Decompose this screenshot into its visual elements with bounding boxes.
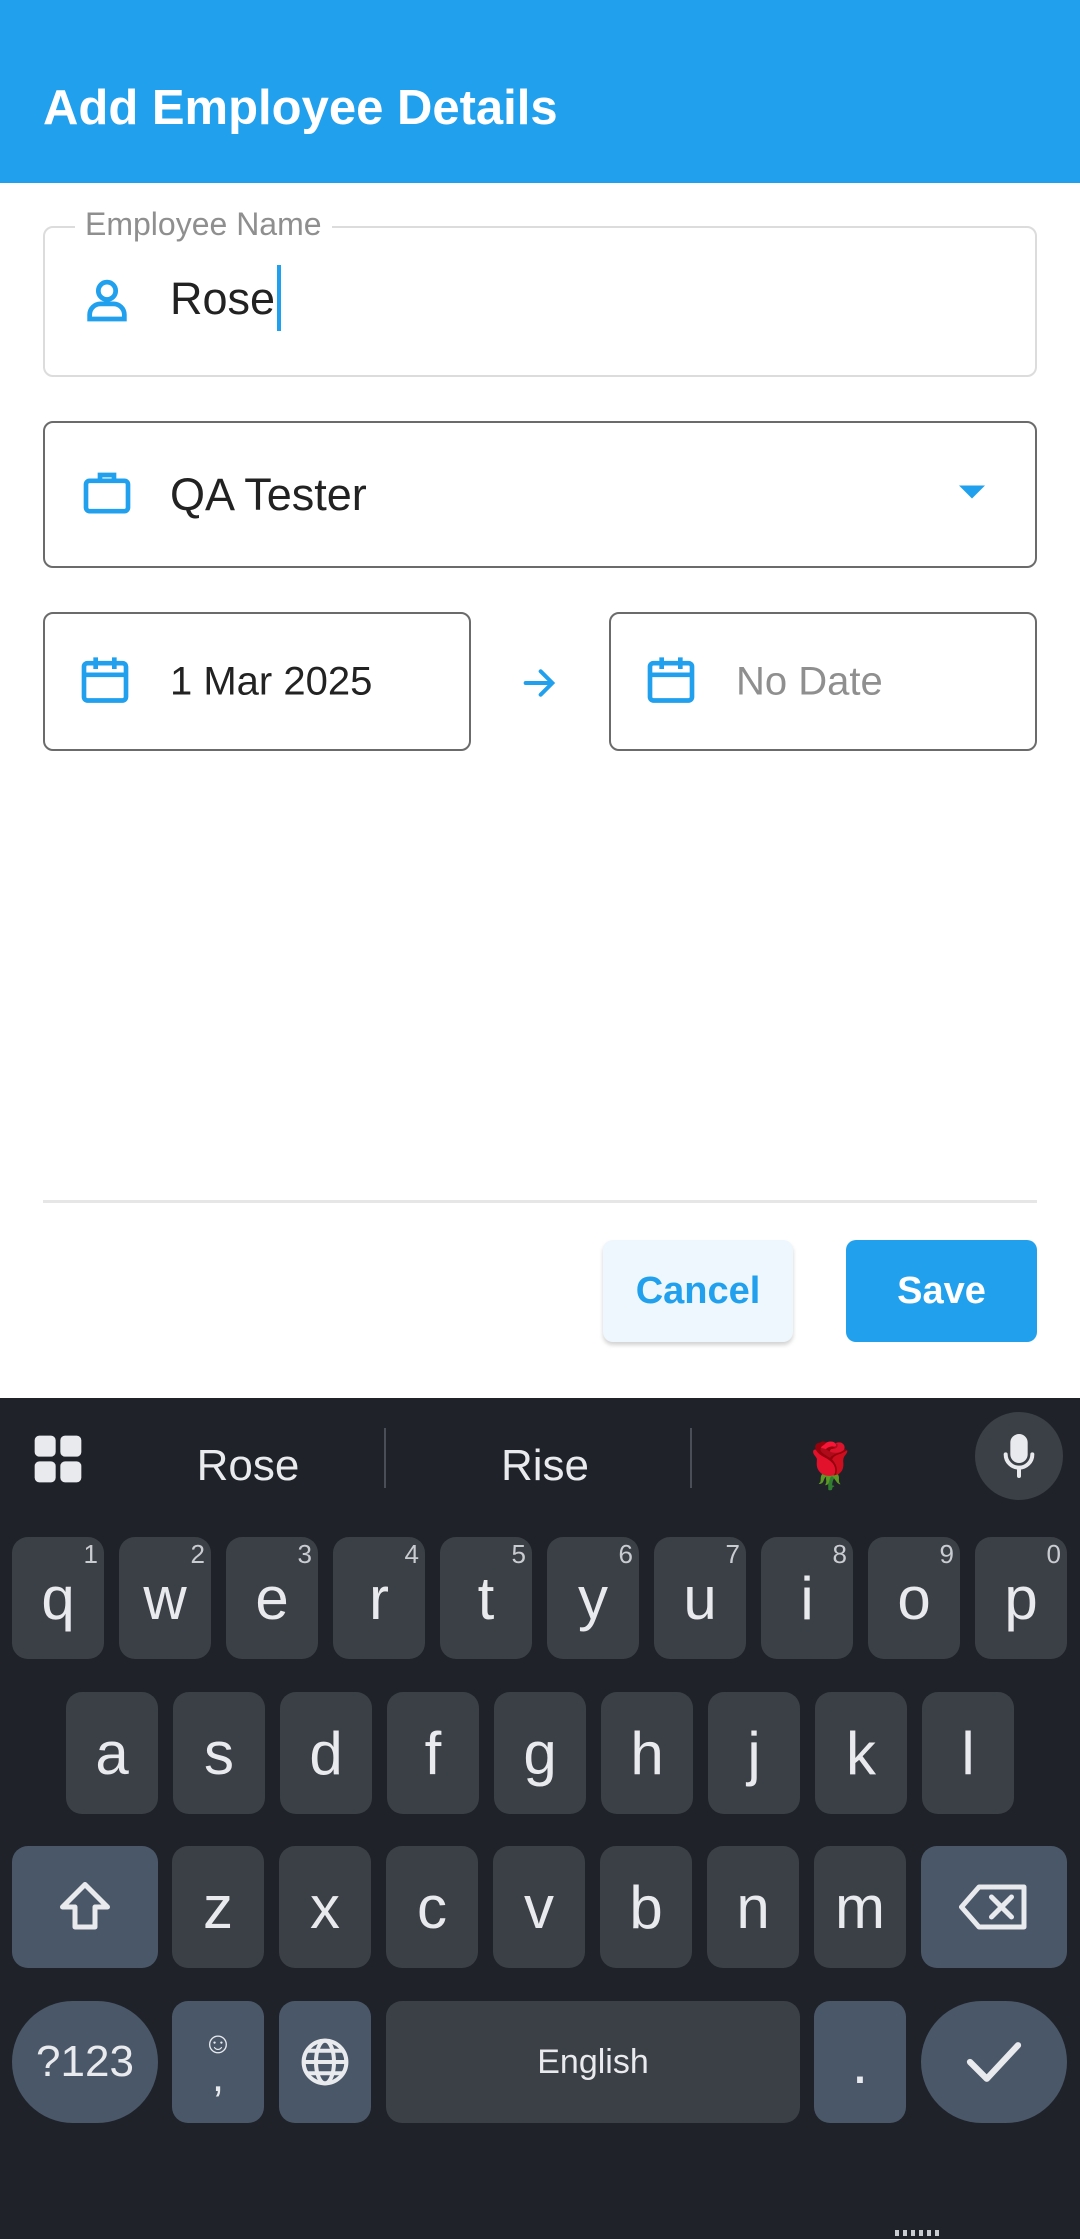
- key-f[interactable]: f: [387, 1692, 479, 1814]
- calendar-icon: [77, 650, 133, 713]
- key-n[interactable]: n: [707, 1846, 799, 1968]
- key-s[interactable]: s: [173, 1692, 265, 1814]
- space-bar[interactable]: English: [386, 2001, 800, 2123]
- microphone-button[interactable]: [975, 1412, 1063, 1500]
- backspace-key[interactable]: [921, 1846, 1067, 1968]
- key-a[interactable]: a: [66, 1692, 158, 1814]
- key-p[interactable]: p0: [975, 1537, 1067, 1659]
- suggestion-divider: [384, 1428, 386, 1488]
- nav-gesture-indicator: [895, 2230, 939, 2236]
- key-k[interactable]: k: [815, 1692, 907, 1814]
- language-key[interactable]: [279, 2001, 371, 2123]
- divider: [43, 1200, 1037, 1203]
- employee-name-value: Rose: [170, 272, 276, 324]
- start-date-value: 1 Mar 2025: [170, 659, 373, 703]
- page-title: Add Employee Details: [43, 81, 558, 135]
- employee-name-label: Employee Name: [75, 206, 332, 243]
- key-number-hint: 2: [190, 1539, 205, 1569]
- backspace-icon: [959, 1884, 1027, 1930]
- start-date-field[interactable]: 1 Mar 2025: [43, 612, 471, 751]
- globe-icon: [301, 2038, 349, 2086]
- suggestion-3[interactable]: 🌹: [705, 1426, 955, 1506]
- key-number-hint: 3: [297, 1539, 312, 1569]
- role-dropdown[interactable]: QA Tester: [43, 421, 1037, 568]
- key-label: e: [255, 1564, 289, 1632]
- key-number-hint: 0: [1046, 1539, 1061, 1569]
- cancel-button[interactable]: Cancel: [603, 1240, 793, 1342]
- key-l[interactable]: l: [922, 1692, 1014, 1814]
- shift-arrow-icon: [60, 1882, 110, 1930]
- key-label: u: [683, 1564, 717, 1632]
- key-j[interactable]: j: [708, 1692, 800, 1814]
- role-value: QA Tester: [170, 468, 367, 520]
- suggestion-2[interactable]: Rise: [400, 1426, 690, 1506]
- key-h[interactable]: h: [601, 1692, 693, 1814]
- checkmark-icon: [966, 2042, 1022, 2082]
- comma-label: ,: [211, 2052, 225, 2101]
- key-o[interactable]: o9: [868, 1537, 960, 1659]
- text-cursor: [277, 264, 282, 331]
- key-number-hint: 9: [939, 1539, 954, 1569]
- key-m[interactable]: m: [814, 1846, 906, 1968]
- key-u[interactable]: u7: [654, 1537, 746, 1659]
- key-label: q: [41, 1564, 75, 1632]
- key-c[interactable]: c: [386, 1846, 478, 1968]
- symbols-key[interactable]: ?123: [12, 2001, 158, 2123]
- key-label: p: [1004, 1564, 1038, 1632]
- key-d[interactable]: d: [280, 1692, 372, 1814]
- microphone-icon: [1003, 1434, 1035, 1478]
- period-key[interactable]: .: [814, 2001, 906, 2123]
- key-label: t: [477, 1564, 495, 1632]
- key-b[interactable]: b: [600, 1846, 692, 1968]
- dropdown-arrow-icon: [957, 483, 987, 506]
- app-bar: Add Employee Details: [0, 0, 1080, 183]
- save-button[interactable]: Save: [846, 1240, 1037, 1342]
- key-z[interactable]: z: [172, 1846, 264, 1968]
- key-number-hint: 7: [725, 1539, 740, 1569]
- suggestion-divider: [690, 1428, 692, 1488]
- key-label: o: [897, 1564, 931, 1632]
- employee-name-field[interactable]: Employee Name Rose: [43, 206, 1037, 377]
- key-label: w: [143, 1564, 187, 1632]
- key-x[interactable]: x: [279, 1846, 371, 1968]
- key-r[interactable]: r4: [333, 1537, 425, 1659]
- key-number-hint: 8: [832, 1539, 847, 1569]
- key-g[interactable]: g: [494, 1692, 586, 1814]
- enter-key[interactable]: [921, 2001, 1067, 2123]
- key-i[interactable]: i8: [761, 1537, 853, 1659]
- key-e[interactable]: e3: [226, 1537, 318, 1659]
- suggestion-1[interactable]: Rose: [98, 1426, 398, 1506]
- key-w[interactable]: w2: [119, 1537, 211, 1659]
- soft-keyboard: Rose Rise 🌹 q1w2e3r4t5y6u7i8o9p0 asdfghj…: [0, 1398, 1080, 2239]
- key-y[interactable]: y6: [547, 1537, 639, 1659]
- key-number-hint: 1: [83, 1539, 98, 1569]
- key-number-hint: 4: [404, 1539, 419, 1569]
- briefcase-icon: [79, 464, 135, 525]
- key-q[interactable]: q1: [12, 1537, 104, 1659]
- key-number-hint: 5: [511, 1539, 526, 1569]
- end-date-field[interactable]: No Date: [609, 612, 1037, 751]
- key-label: r: [369, 1564, 389, 1632]
- end-date-placeholder: No Date: [736, 659, 883, 703]
- emoji-comma-key[interactable]: ☺ ,: [172, 2001, 264, 2123]
- key-v[interactable]: v: [493, 1846, 585, 1968]
- key-number-hint: 6: [618, 1539, 633, 1569]
- arrow-right-icon: [518, 663, 560, 708]
- apps-grid-icon[interactable]: [30, 1431, 86, 1492]
- key-label: y: [578, 1564, 608, 1632]
- calendar-icon: [643, 650, 699, 713]
- person-icon: [81, 273, 133, 330]
- shift-key[interactable]: [12, 1846, 158, 1968]
- key-label: i: [800, 1564, 814, 1632]
- key-t[interactable]: t5: [440, 1537, 532, 1659]
